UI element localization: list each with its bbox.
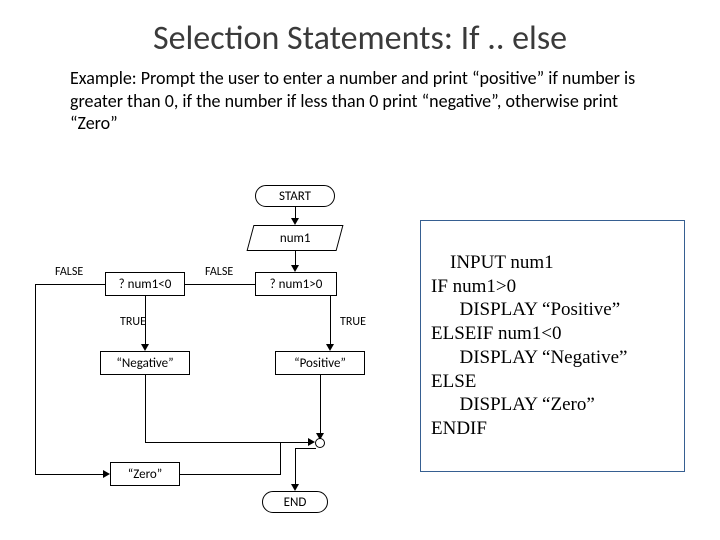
node-end: END (262, 491, 328, 513)
label-true-gt: TRUE (340, 315, 366, 329)
label-true-lt: TRUE (120, 315, 146, 329)
label-false-gt: FALSE (205, 265, 233, 279)
node-decision-lt: ? num1<0 (105, 272, 185, 296)
label-false-lt: FALSE (55, 265, 83, 279)
node-decision-gt: ? num1>0 (255, 272, 337, 296)
node-negative: “Negative” (100, 351, 190, 375)
node-end-label: END (284, 495, 307, 510)
pseudocode-box: INPUT num1 IF num1>0 DISPLAY “Positive” … (420, 220, 685, 472)
node-zero-label: “Zero” (128, 467, 162, 482)
connector-join (315, 438, 325, 448)
node-decision-gt-label: ? num1>0 (270, 277, 323, 292)
diagram-stage: START num1 ? num1>0 TRUE “Positive” FALS… (0, 180, 720, 540)
node-start: START (255, 185, 335, 207)
node-start-label: START (279, 189, 311, 204)
page-title: Selection Statements: If .. else (0, 0, 720, 67)
pseudocode-text: INPUT num1 IF num1>0 DISPLAY “Positive” … (431, 252, 627, 439)
example-text: Example: Prompt the user to enter a numb… (0, 67, 720, 145)
node-positive-label: “Positive” (294, 356, 346, 371)
node-decision-lt-label: ? num1<0 (119, 277, 172, 292)
node-input-label: num1 (280, 231, 311, 246)
node-negative-label: “Negative” (116, 356, 173, 371)
node-input: num1 (247, 225, 344, 251)
node-positive: “Positive” (275, 351, 365, 375)
node-zero: “Zero” (110, 462, 180, 486)
